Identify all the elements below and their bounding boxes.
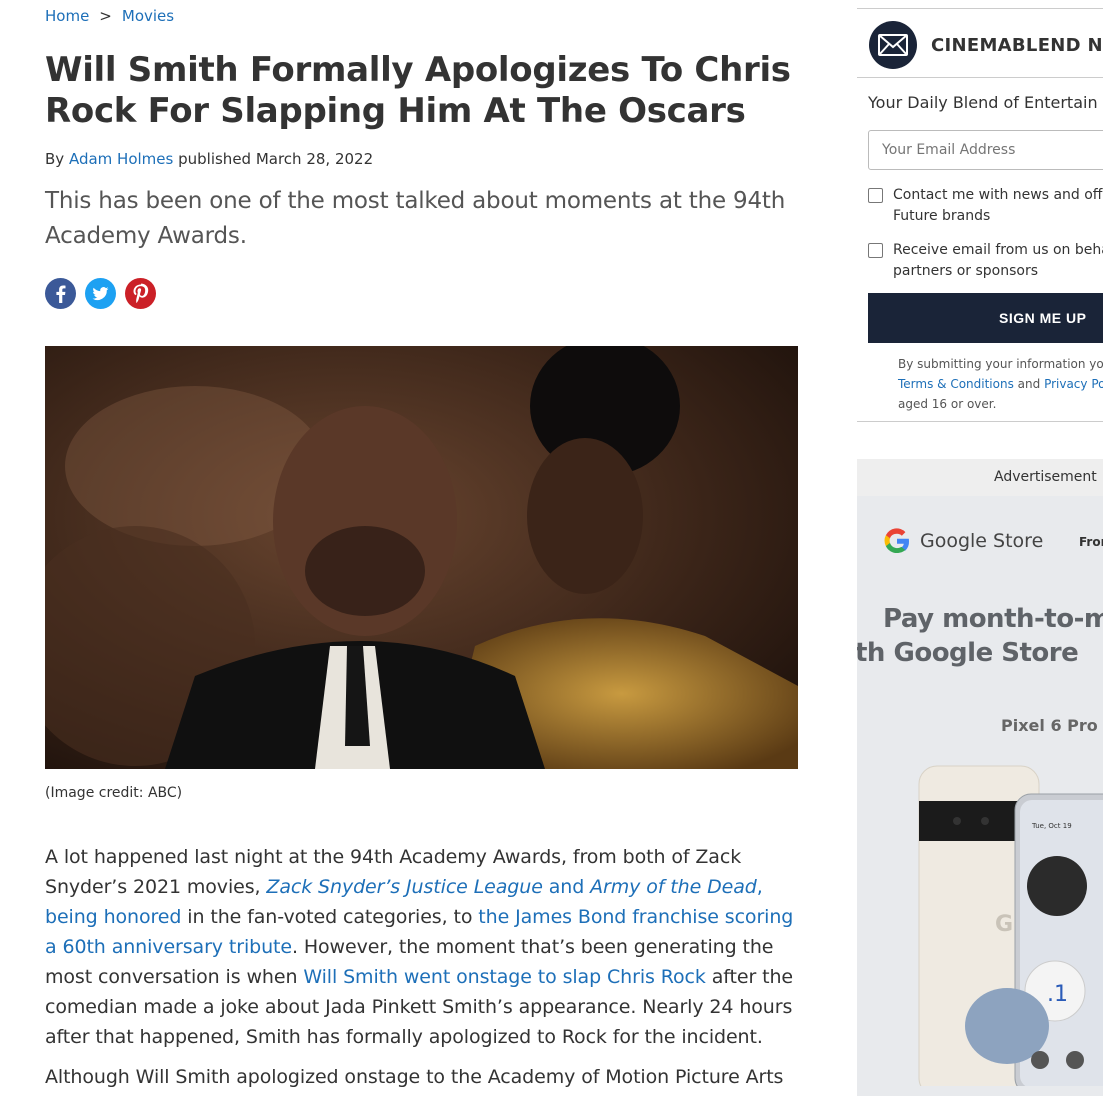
breadcrumb-movies-link[interactable]: Movies xyxy=(122,7,174,25)
google-g-icon xyxy=(884,528,910,554)
hero-image xyxy=(45,346,798,769)
sign-up-button[interactable]: SIGN ME UP xyxy=(868,293,1103,343)
ad-from-text: Fron xyxy=(1079,535,1103,549)
checkbox-box[interactable] xyxy=(868,243,883,258)
envelope-icon xyxy=(869,21,917,69)
checkbox-box[interactable] xyxy=(868,188,883,203)
checkbox-label: Receive email from us on beha partners o… xyxy=(893,242,1103,279)
paragraph-2: Although Will Smith apologized onstage t… xyxy=(45,1066,784,1088)
svg-text:.1: .1 xyxy=(1047,982,1068,1007)
email-field[interactable] xyxy=(868,130,1103,170)
google-store-ad[interactable]: Google Store Fron Pay month-to-mo th Goo… xyxy=(857,496,1103,1096)
publish-date: published March 28, 2022 xyxy=(178,150,374,168)
newsletter-header: CINEMABLEND NE xyxy=(857,9,1103,78)
svg-text:G: G xyxy=(995,912,1013,937)
svg-text:Tue, Oct 19: Tue, Oct 19 xyxy=(1031,822,1072,830)
newsletter-title: CINEMABLEND NE xyxy=(931,35,1103,56)
author-link[interactable]: Adam Holmes xyxy=(69,150,173,168)
ad-headline-1: Pay month-to-mo xyxy=(883,604,1103,634)
legal-text: By submitting your information you Terms… xyxy=(898,354,1103,414)
ad-headline-2: th Google Store xyxy=(857,638,1079,668)
article-strapline: This has been one of the most talked abo… xyxy=(45,188,786,249)
byline: By Adam Holmes published March 28, 2022 xyxy=(45,150,373,168)
ad-model-name: Pixel 6 Pro xyxy=(1001,716,1098,735)
google-store-logo: Google Store xyxy=(882,526,1043,556)
article-body: A lot happened last night at the 94th Ac… xyxy=(45,842,805,1102)
advertisement-label: Advertisement xyxy=(857,459,1103,496)
paragraph-1: A lot happened last night at the 94th Ac… xyxy=(45,846,794,1048)
link-will-smith-slap[interactable]: Will Smith went onstage to slap Chris Ro… xyxy=(303,966,706,988)
share-buttons xyxy=(45,278,156,309)
byline-prefix: By xyxy=(45,150,65,168)
image-credit: (Image credit: ABC) xyxy=(45,785,183,801)
twitter-icon[interactable] xyxy=(85,278,116,309)
breadcrumb-home-link[interactable]: Home xyxy=(45,7,89,25)
privacy-link[interactable]: Privacy Pol xyxy=(1044,377,1103,391)
checkbox-label: Contact me with news and offe Future bra… xyxy=(893,187,1103,224)
newsletter-tagline: Your Daily Blend of Entertain xyxy=(868,93,1098,112)
facebook-icon[interactable] xyxy=(45,278,76,309)
breadcrumb: Home > Movies xyxy=(45,7,174,25)
article-title: Will Smith Formally Apologizes To Chris … xyxy=(45,50,791,131)
pixel-phone-image: G Tue, Oct 19 .1 xyxy=(918,765,1103,1086)
breadcrumb-separator: > xyxy=(99,7,112,25)
pinterest-icon[interactable] xyxy=(125,278,156,309)
newsletter-signup: CINEMABLEND NE Your Daily Blend of Enter… xyxy=(857,8,1103,422)
terms-link[interactable]: Terms & Conditions xyxy=(898,377,1014,391)
